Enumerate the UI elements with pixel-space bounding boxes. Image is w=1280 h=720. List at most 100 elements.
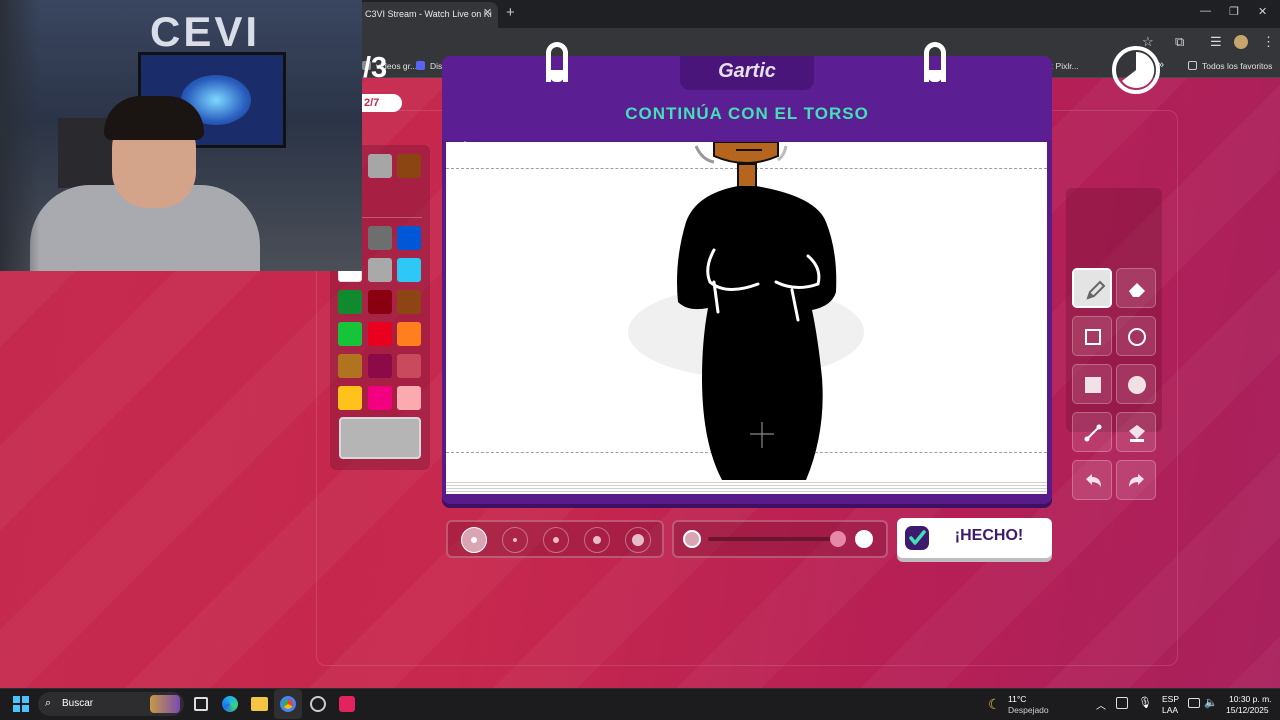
clock-time[interactable]: 10:30 p. m.: [1229, 694, 1272, 704]
line-icon: [1084, 424, 1102, 442]
canvas-drawing: [628, 142, 864, 480]
eraser-tool-button[interactable]: [1116, 268, 1156, 308]
task-view-icon[interactable]: [194, 697, 208, 711]
edge-browser-icon[interactable]: [222, 696, 238, 712]
webcam-overlay: CEVI: [0, 0, 362, 271]
brush-size-dot: [553, 537, 559, 543]
timer-icon: [1122, 51, 1155, 88]
language-bottom[interactable]: LAA: [1162, 705, 1178, 715]
volume-icon[interactable]: 🔈: [1204, 696, 1218, 709]
minimize-window-icon[interactable]: —: [1200, 5, 1211, 17]
windows-start-icon[interactable]: [13, 696, 29, 712]
new-tab-button[interactable]: +: [506, 4, 515, 21]
done-button-label: ¡HECHO!: [954, 527, 1024, 544]
color-swatch[interactable]: [368, 154, 392, 178]
pencil-tool-button[interactable]: [1072, 268, 1112, 308]
chrome-icon[interactable]: [280, 696, 296, 712]
extensions-icon[interactable]: ⧉: [1175, 34, 1184, 50]
brush-size-option[interactable]: [502, 527, 528, 553]
current-color-swatch[interactable]: [339, 417, 421, 459]
redo-tool-button[interactable]: [1116, 460, 1156, 500]
brush-size-dot: [471, 537, 477, 543]
color-swatch[interactable]: [397, 386, 421, 410]
color-swatch[interactable]: [368, 226, 392, 250]
brush-size-option[interactable]: [461, 527, 487, 553]
fill-bucket-icon: [1129, 425, 1145, 442]
color-swatch[interactable]: [397, 258, 421, 282]
tab-title: C3VI Stream - Watch Live on Ki: [365, 9, 492, 19]
brush-size-option[interactable]: [625, 527, 651, 553]
color-swatch[interactable]: [397, 226, 421, 250]
ellipse-fill-icon: [1128, 376, 1146, 394]
folder-icon: [1188, 61, 1197, 70]
pencil-icon: [1086, 280, 1106, 300]
ellipse-outline-icon: [1128, 328, 1146, 346]
color-swatch[interactable]: [368, 258, 392, 282]
color-swatch[interactable]: [397, 354, 421, 378]
media-control-icon[interactable]: ☰: [1210, 34, 1222, 50]
ellipse-outline-tool-button[interactable]: [1116, 316, 1156, 356]
all-favorites-folder[interactable]: Todos los favoritos: [1188, 61, 1272, 71]
redo-icon: [1129, 474, 1144, 487]
turn-pill: 2/7: [362, 94, 402, 112]
weather-temp: 11°C: [1008, 694, 1027, 704]
webcam-person-hair: [104, 96, 204, 140]
line-tool-button[interactable]: [1072, 412, 1112, 452]
tab-close-icon[interactable]: ✕: [483, 6, 492, 19]
paper-stack-edge: [446, 480, 1047, 494]
tiktok-icon[interactable]: [339, 696, 355, 712]
undo-tool-button[interactable]: [1072, 460, 1112, 500]
color-swatch[interactable]: [397, 290, 421, 314]
color-swatch[interactable]: [368, 354, 392, 378]
search-highlight-icon: [150, 695, 180, 713]
browser-menu-icon[interactable]: ⋮: [1262, 34, 1275, 50]
search-icon: ⌕: [45, 697, 52, 709]
windows-taskbar: [0, 688, 1280, 720]
tray-chevron-icon[interactable]: ︿: [1096, 697, 1106, 712]
weather-desc: Despejado: [1008, 705, 1049, 715]
round-counter: /3: [363, 52, 388, 84]
drawing-canvas[interactable]: [446, 142, 1047, 480]
binder-ring-right-base: [928, 70, 942, 82]
network-icon[interactable]: [1188, 698, 1200, 708]
ellipse-fill-tool-button[interactable]: [1116, 364, 1156, 404]
language-top[interactable]: ESP: [1162, 694, 1179, 704]
search-placeholder: Buscar: [62, 698, 94, 709]
brush-size-option[interactable]: [584, 527, 610, 553]
gartic-logo: Gartic: [718, 60, 776, 82]
drawing-instruction: CONTINÚA CON EL TORSO: [625, 104, 869, 123]
eraser-icon: [1129, 283, 1145, 297]
brush-size-option[interactable]: [543, 527, 569, 553]
microphone-icon[interactable]: 🎙: [1138, 696, 1152, 709]
weather-moon-icon: ☾: [988, 696, 1001, 712]
app-taskbar-icon[interactable]: [310, 696, 326, 712]
rectangle-outline-icon: [1085, 329, 1101, 345]
color-swatch[interactable]: [338, 290, 362, 314]
opacity-slider[interactable]: [680, 526, 880, 552]
restore-window-icon[interactable]: ❐: [1229, 5, 1239, 18]
color-swatch[interactable]: [368, 322, 392, 346]
webcam-backdrop-text: CEVI: [150, 8, 261, 55]
color-swatch[interactable]: [397, 322, 421, 346]
color-swatch[interactable]: [338, 386, 362, 410]
color-swatch[interactable]: [368, 290, 392, 314]
file-explorer-icon[interactable]: [251, 697, 268, 711]
browser-tab[interactable]: C3VI Stream - Watch Live on Ki: [356, 2, 498, 28]
fill-bucket-tool-button[interactable]: [1116, 412, 1156, 452]
color-swatch[interactable]: [338, 322, 362, 346]
clock-date[interactable]: 15/12/2025: [1226, 705, 1269, 715]
color-swatch[interactable]: [338, 354, 362, 378]
undo-icon: [1086, 474, 1101, 487]
brush-size-dot: [593, 536, 601, 544]
binder-ring-left-base: [550, 70, 564, 82]
all-favorites-label: Todos los favoritos: [1202, 61, 1273, 71]
timer-clock: [1112, 46, 1160, 94]
color-swatch[interactable]: [397, 154, 421, 178]
profile-avatar[interactable]: [1234, 35, 1248, 49]
color-swatch[interactable]: [368, 386, 392, 410]
rectangle-fill-tool-button[interactable]: [1072, 364, 1112, 404]
tray-app-icon[interactable]: [1116, 697, 1128, 709]
close-window-icon[interactable]: ✕: [1258, 5, 1267, 18]
rectangle-outline-tool-button[interactable]: [1072, 316, 1112, 356]
brush-size-dot: [632, 534, 644, 546]
